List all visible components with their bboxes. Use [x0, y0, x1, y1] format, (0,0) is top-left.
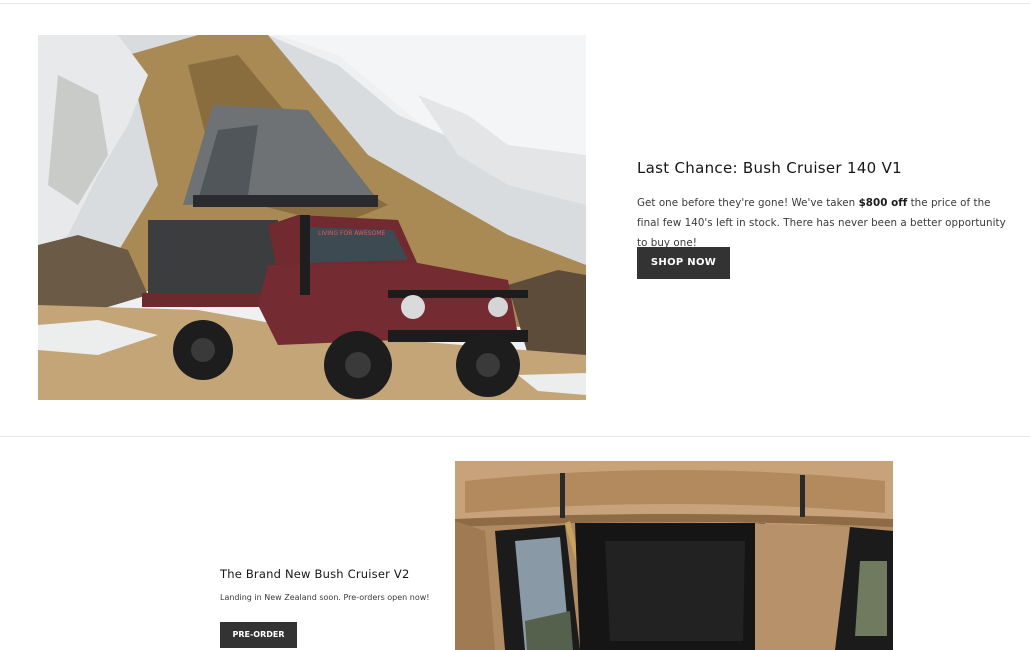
top-divider [0, 3, 1030, 4]
section-divider [0, 436, 1030, 437]
discount-amount: $800 off [858, 197, 908, 209]
secondary-description: Landing in New Zealand soon. Pre-orders … [220, 593, 430, 602]
bush-cruiser-140-photo: LIVING FOR AWESOME [38, 35, 586, 400]
shop-now-button[interactable]: SHOP NOW [637, 247, 730, 279]
bush-cruiser-v2-tent-photo [455, 461, 893, 650]
secondary-promo: The Brand New Bush Cruiser V2 Landing in… [220, 565, 450, 648]
featured-description: Get one before they're gone! We've taken… [637, 193, 1007, 253]
pre-order-button[interactable]: PRE-ORDER [220, 622, 297, 648]
featured-description-lead: Get one before they're gone! We've taken [637, 197, 859, 209]
featured-title: Last Chance: Bush Cruiser 140 V1 [637, 159, 902, 177]
secondary-title: The Brand New Bush Cruiser V2 [220, 567, 410, 581]
windscreen-sticker: LIVING FOR AWESOME [318, 230, 385, 237]
featured-promo: Last Chance: Bush Cruiser 140 V1 Get one… [637, 157, 1007, 279]
